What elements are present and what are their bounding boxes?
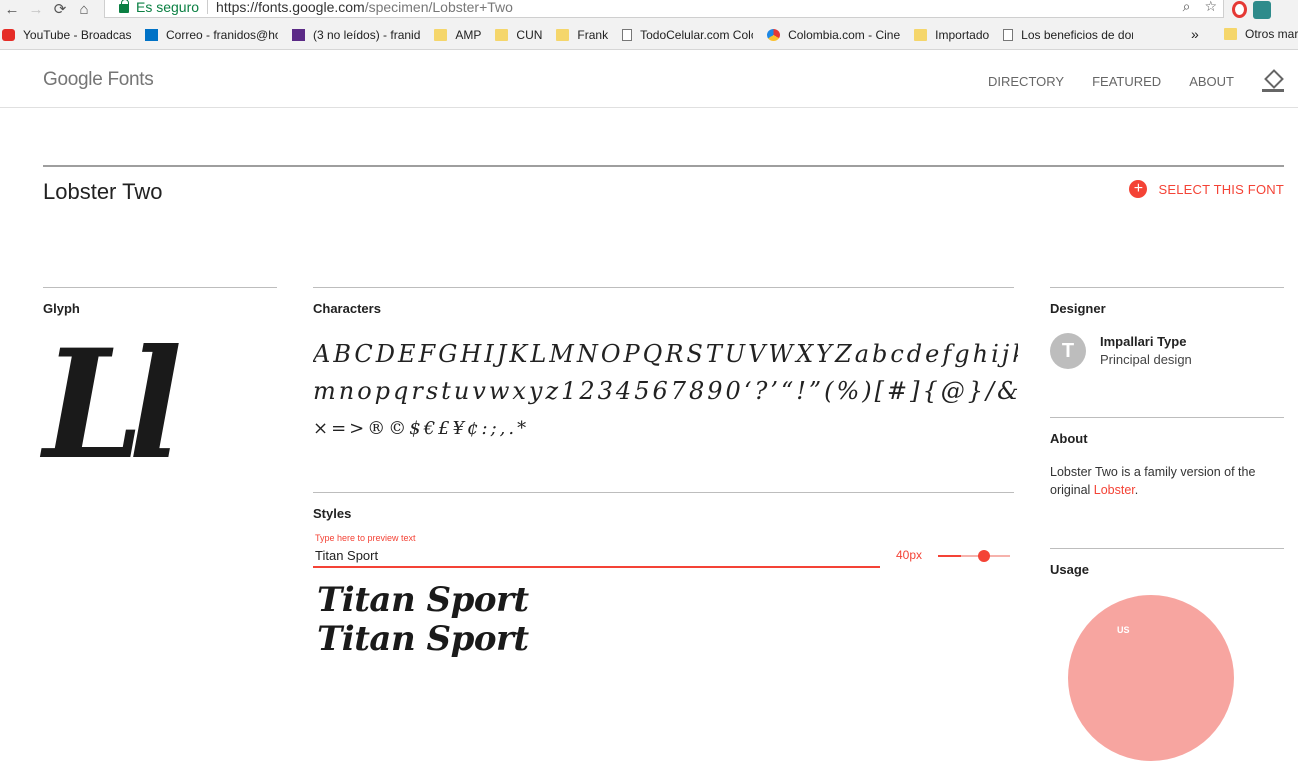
forward-icon[interactable]: →: [24, 1, 48, 19]
divider: [1050, 287, 1284, 288]
style-sample: Titan Sport: [317, 580, 529, 620]
designer-name[interactable]: Impallari Type: [1100, 334, 1186, 349]
folder-icon: [1224, 28, 1237, 40]
star-icon[interactable]: ☆: [1204, 0, 1217, 15]
site-nav: DIRECTORY FEATURED ABOUT: [960, 70, 1284, 92]
about-text: Lobster Two is a family version of the o…: [1050, 465, 1256, 497]
google-fonts-logo[interactable]: Google Fonts: [43, 69, 154, 91]
style-sample: Titan Sport: [317, 619, 529, 659]
bookmark-amp[interactable]: AMP: [434, 28, 481, 42]
nav-about[interactable]: ABOUT: [1189, 74, 1234, 89]
page-icon: [622, 28, 633, 41]
secure-label: Es seguro: [136, 0, 200, 15]
folder-icon: [434, 28, 448, 41]
url-text[interactable]: https://fonts.google.com/specimen/Lobste…: [216, 0, 513, 15]
lobster-link[interactable]: Lobster: [1094, 483, 1135, 497]
browser-toolbar: ← → ⟳ ⌂ Es seguro https://fonts.google.c…: [0, 0, 1298, 20]
bookmark-correo[interactable]: Correo - franidos@ho: [145, 28, 278, 42]
divider: [1050, 417, 1284, 418]
bookmark-frank[interactable]: Frank: [556, 28, 608, 42]
character-line: mnopqrstuvwxyz1234567890‘?’“!”(%)[#]{@}/…: [313, 377, 1018, 405]
divider: [43, 165, 1284, 167]
characters-heading: Characters: [313, 301, 381, 316]
divider: [313, 492, 1014, 493]
more-bookmarks-icon[interactable]: »: [1191, 26, 1199, 42]
folder-icon: [495, 28, 509, 41]
paint-bucket-icon[interactable]: [1262, 70, 1284, 92]
usage-chart: [1068, 595, 1234, 761]
reload-icon[interactable]: ⟳: [48, 1, 72, 19]
designer-role: Principal design: [1100, 352, 1192, 367]
colombia-icon: [767, 28, 781, 41]
font-title: Lobster Two: [43, 179, 163, 204]
bookmarks-bar: YouTube - Broadcast Correo - franidos@ho…: [0, 20, 1298, 50]
character-line: ABCDEFGHIJKLMNOPQRSTUVWXYZabcdefghijkl: [313, 340, 1018, 368]
youtube-icon: [2, 28, 15, 41]
bookmark-importado[interactable]: Importado: [914, 28, 989, 42]
nav-featured[interactable]: FEATURED: [1092, 74, 1161, 89]
bookmark-cun[interactable]: CUN: [495, 28, 542, 42]
page-icon: [1003, 28, 1014, 41]
divider: [313, 287, 1014, 288]
search-icon[interactable]: ⌕: [1183, 0, 1191, 15]
font-size-label: 40px: [896, 548, 923, 562]
styles-heading: Styles: [313, 506, 352, 521]
site-header: Google Fonts DIRECTORY FEATURED ABOUT: [0, 50, 1298, 108]
back-icon[interactable]: ←: [0, 1, 24, 19]
glyph-heading: Glyph: [43, 301, 80, 316]
character-set: ABCDEFGHIJKLMNOPQRSTUVWXYZabcdefghijkl m…: [313, 336, 1018, 447]
plus-circle-icon: +: [1129, 180, 1148, 198]
home-icon[interactable]: ⌂: [72, 1, 96, 19]
designer-heading: Designer: [1050, 301, 1106, 316]
usage-heading: Usage: [1050, 562, 1090, 577]
font-size-slider[interactable]: [938, 549, 1010, 563]
slider-thumb[interactable]: [978, 550, 990, 562]
folder-icon: [914, 28, 928, 41]
folder-icon: [556, 28, 570, 41]
nav-directory[interactable]: DIRECTORY: [988, 74, 1064, 89]
bookmark-todocelular[interactable]: TodoCelular.com Colo: [622, 28, 753, 42]
opera-icon[interactable]: [1232, 1, 1247, 18]
bookmark-beneficios[interactable]: Los beneficios de dor: [1003, 28, 1133, 42]
divider: [207, 0, 209, 14]
extension-icon[interactable]: [1253, 1, 1271, 19]
preview-text-input[interactable]: [313, 545, 880, 568]
address-bar[interactable]: Es seguro https://fonts.google.com/speci…: [104, 0, 1224, 18]
glyph-sample: Ll: [43, 317, 182, 493]
character-line: ×=>®©$€£¥¢:;,.*: [313, 418, 530, 439]
lock-icon: [119, 0, 129, 13]
divider: [43, 287, 277, 288]
usage-label: US: [1117, 625, 1130, 635]
other-bookmarks[interactable]: Otros mar: [1224, 27, 1298, 41]
outlook-icon: [145, 28, 158, 41]
divider: [1050, 548, 1284, 549]
bookmark-yahoo[interactable]: (3 no leídos) - franid: [292, 28, 420, 42]
about-heading: About: [1050, 431, 1088, 446]
bookmark-youtube[interactable]: YouTube - Broadcast: [2, 28, 131, 42]
avatar: T: [1050, 333, 1086, 369]
yahoo-mail-icon: [292, 28, 305, 41]
preview-label: Type here to preview text: [315, 533, 416, 543]
select-font-button[interactable]: + SELECT THIS FONT: [1129, 180, 1284, 198]
bookmark-colombia[interactable]: Colombia.com - Cine: [767, 28, 900, 42]
